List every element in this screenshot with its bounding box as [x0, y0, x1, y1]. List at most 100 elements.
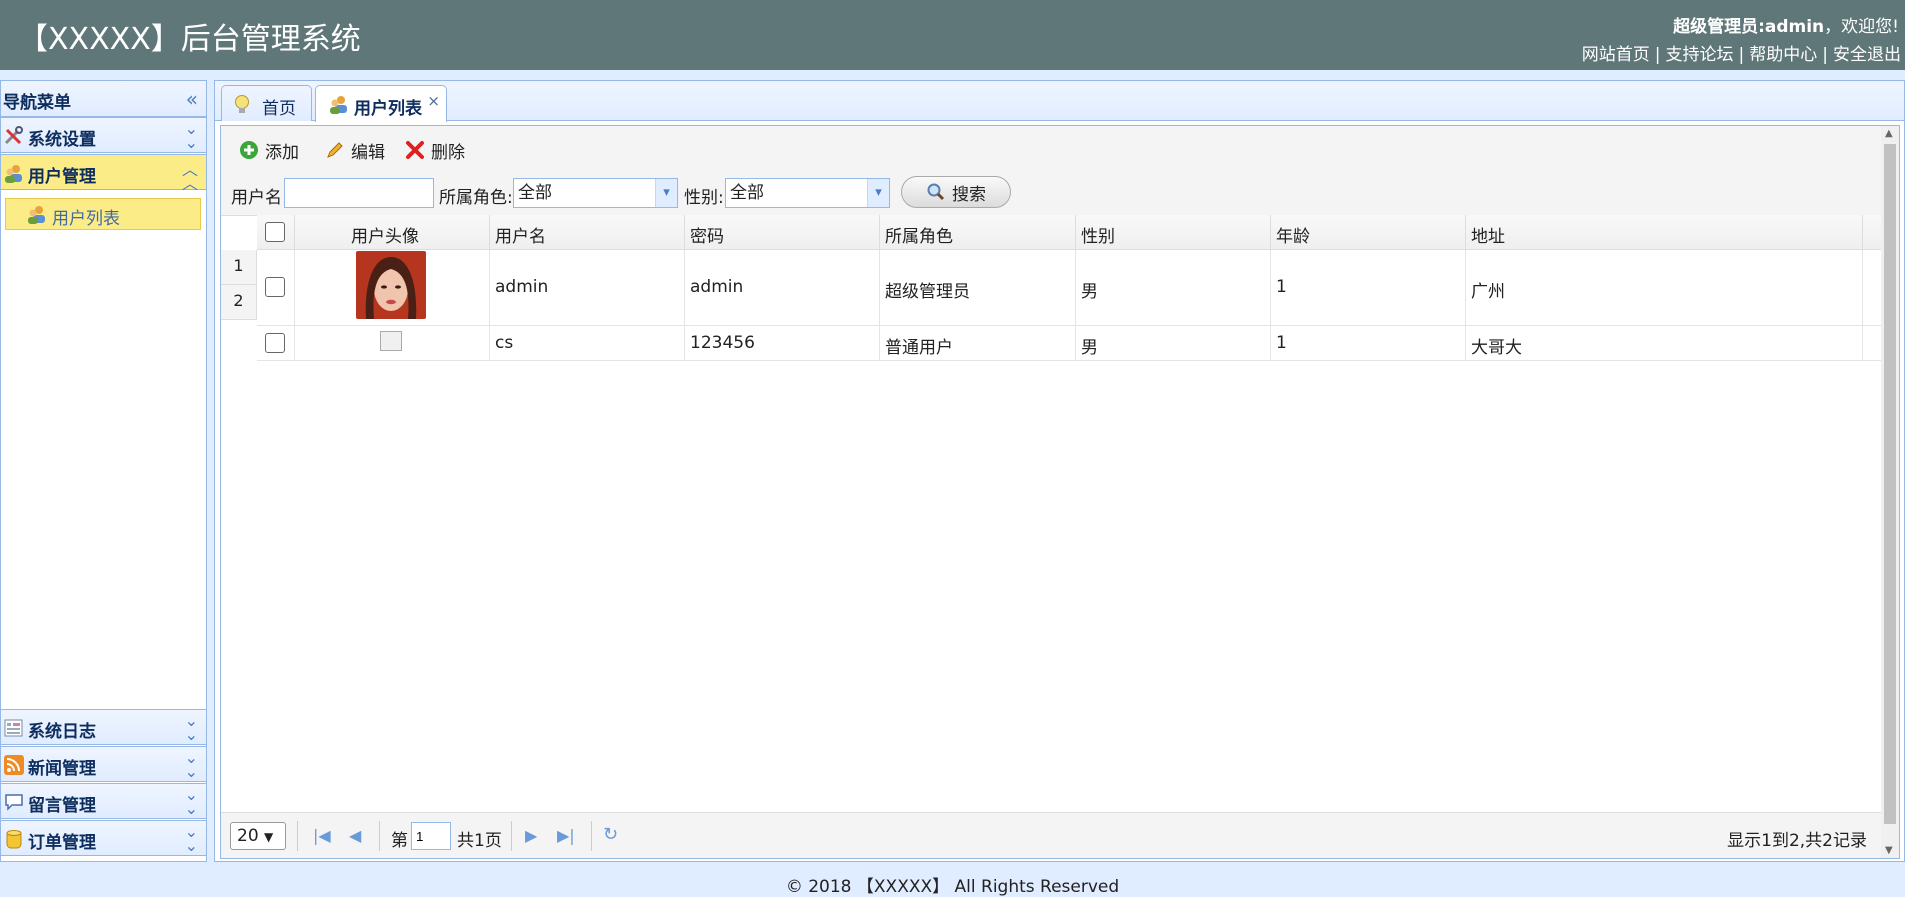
row-checkbox[interactable] — [265, 333, 285, 353]
log-icon — [4, 719, 23, 737]
gender-filter-select[interactable]: 全部 ▾ — [725, 178, 890, 208]
cell-gender: 男 — [1081, 338, 1098, 358]
row-checkbox[interactable] — [265, 277, 285, 297]
comment-icon — [5, 794, 23, 811]
sidebar-group-system-log[interactable]: 系统日志 ⌄ ⌄ — [1, 709, 206, 745]
link-help[interactable]: 帮助中心 — [1749, 45, 1817, 65]
sidebar-group-label: 留言管理 — [28, 796, 96, 816]
edit-label: 编辑 — [351, 142, 385, 163]
chevron-down-icon[interactable]: ⌄ ⌄ — [185, 787, 198, 817]
page-prefix: 第 — [391, 831, 408, 851]
grid-header: 用户头像 用户名 密码 所属角色 性别 年龄 地址 — [257, 215, 1881, 250]
sidebar-group-system-settings[interactable]: 系统设置 ⌄ ⌄ — [1, 117, 206, 153]
sidebar-group-news[interactable]: 新闻管理 ⌄ ⌄ — [1, 746, 206, 782]
broken-image-icon — [380, 331, 402, 351]
column-header[interactable]: 用户名 — [495, 222, 546, 247]
cell-gender: 男 — [1081, 282, 1098, 302]
sidebar-header: 导航菜单 « — [1, 81, 206, 117]
chevron-down-icon: ▼ — [264, 830, 274, 844]
role-filter-select[interactable]: 全部 ▾ — [513, 178, 678, 208]
first-page-icon[interactable]: |◀ — [313, 826, 331, 845]
tab-user-list[interactable]: 用户列表 × — [315, 85, 447, 122]
lightbulb-icon — [235, 95, 249, 113]
database-icon — [6, 830, 22, 849]
sidebar-item-user-list[interactable]: 用户列表 — [5, 198, 201, 230]
chevron-down-icon[interactable]: ⌄ ⌄ — [185, 750, 198, 780]
close-icon[interactable]: × — [427, 92, 440, 110]
footer-copyright: © 2018 【XXXXX】 All Rights Reserved — [785, 877, 1120, 897]
link-logout[interactable]: 安全退出 — [1833, 45, 1901, 65]
prev-page-icon[interactable]: ◀ — [349, 826, 361, 845]
page-number-input[interactable] — [411, 822, 451, 850]
gender-filter-label: 性别: — [684, 188, 724, 208]
row-number: 1 — [221, 250, 257, 285]
cell-username: cs — [495, 333, 514, 353]
table-row[interactable]: cs 123456 普通用户 男 1 大哥大 — [257, 326, 1881, 361]
record-info: 显示1到2,共2记录 — [1727, 831, 1867, 851]
sidebar-group-label: 系统设置 — [28, 130, 96, 150]
chevron-down-icon[interactable]: ▾ — [867, 179, 889, 207]
link-site-home[interactable]: 网站首页 — [1582, 45, 1650, 65]
column-header[interactable]: 密码 — [690, 222, 724, 247]
delete-button[interactable]: 删除 — [405, 136, 465, 164]
cell-password: admin — [690, 277, 744, 297]
gender-filter-value: 全部 — [730, 183, 764, 203]
table-row[interactable]: admin admin 超级管理员 男 1 广州 — [257, 250, 1881, 326]
row-number: 2 — [221, 285, 257, 320]
scroll-up-icon[interactable]: ▲ — [1885, 128, 1893, 139]
last-page-icon[interactable]: ▶| — [557, 826, 575, 845]
tab-label: 首页 — [262, 99, 296, 119]
double-chevron-left-icon[interactable]: « — [186, 87, 198, 111]
delete-x-icon — [406, 141, 424, 159]
sidebar-group-user-management[interactable]: 用户管理 ︿ ︿ — [1, 154, 206, 192]
column-header[interactable]: 用户头像 — [351, 222, 419, 247]
cell-username: admin — [495, 277, 549, 297]
column-header[interactable]: 性别 — [1081, 222, 1115, 247]
chevron-down-icon[interactable]: ⌄ ⌄ — [185, 121, 198, 151]
avatar — [356, 251, 426, 319]
username-filter-input[interactable] — [284, 178, 434, 208]
search-button[interactable]: 搜索 — [901, 176, 1011, 208]
cell-role: 普通用户 — [885, 338, 953, 358]
page-total: 共1页 — [457, 831, 502, 851]
chevron-up-icon[interactable]: ︿ ︿ — [182, 162, 198, 192]
chevron-down-icon[interactable]: ⌄ ⌄ — [185, 824, 198, 854]
chevron-down-icon[interactable]: ▾ — [655, 179, 677, 207]
users-icon — [28, 206, 45, 224]
link-forum[interactable]: 支持论坛 — [1666, 45, 1734, 65]
scroll-down-icon[interactable]: ▼ — [1885, 845, 1893, 856]
add-label: 添加 — [265, 142, 299, 163]
users-icon — [330, 96, 347, 114]
toolbar: 添加 编辑 删除 用户名: 所属角色: 全部 ▾ 性别: 全部 ▾ 搜索 — [221, 126, 1881, 216]
add-button[interactable]: 添加 — [239, 136, 299, 164]
search-label: 搜索 — [952, 184, 986, 205]
sidebar-group-orders[interactable]: 订单管理 ⌄ ⌄ — [1, 820, 206, 856]
app-header: 【XXXXX】后台管理系统 超级管理员:admin，欢迎您! 网站首页 | 支持论坛… — [0, 0, 1905, 70]
username-filter-label: 用户名: — [231, 188, 288, 208]
sidebar: 导航菜单 « 系统设置 ⌄ ⌄ 用户管理 ︿ ︿ 用户列表 系统日志 ⌄ ⌄ 新闻管理… — [0, 80, 207, 862]
column-header[interactable]: 地址 — [1471, 222, 1505, 247]
edit-button[interactable]: 编辑 — [325, 136, 385, 164]
cell-age: 1 — [1276, 277, 1287, 297]
page-size-select[interactable]: 20 ▼ — [230, 822, 286, 850]
sidebar-group-messages[interactable]: 留言管理 ⌄ ⌄ — [1, 783, 206, 819]
tab-home[interactable]: 首页 — [221, 85, 312, 121]
chevron-down-icon[interactable]: ⌄ ⌄ — [185, 713, 198, 743]
column-header[interactable]: 所属角色 — [885, 222, 953, 247]
refresh-icon[interactable]: ↻ — [603, 824, 618, 845]
role-filter-label: 所属角色: — [439, 188, 513, 208]
sidebar-group-label: 订单管理 — [28, 833, 96, 853]
welcome-suffix: ，欢迎您! — [1824, 17, 1899, 37]
pagination-bar: 20 ▼ |◀ ◀ 第 共1页 ▶ ▶| ↻ 显示1到2,共2记录 — [221, 812, 1881, 858]
column-header[interactable]: 年龄 — [1276, 222, 1310, 247]
delete-label: 删除 — [431, 142, 465, 163]
cell-password: 123456 — [690, 333, 755, 353]
scroll-thumb[interactable] — [1884, 144, 1896, 824]
plus-icon — [240, 141, 258, 159]
sidebar-group-label: 新闻管理 — [28, 759, 96, 779]
vertical-scrollbar[interactable]: ▲ ▼ — [1881, 126, 1899, 858]
next-page-icon[interactable]: ▶ — [525, 826, 537, 845]
select-all-checkbox[interactable] — [265, 222, 285, 242]
rss-icon — [4, 755, 24, 775]
users-icon — [5, 165, 22, 183]
